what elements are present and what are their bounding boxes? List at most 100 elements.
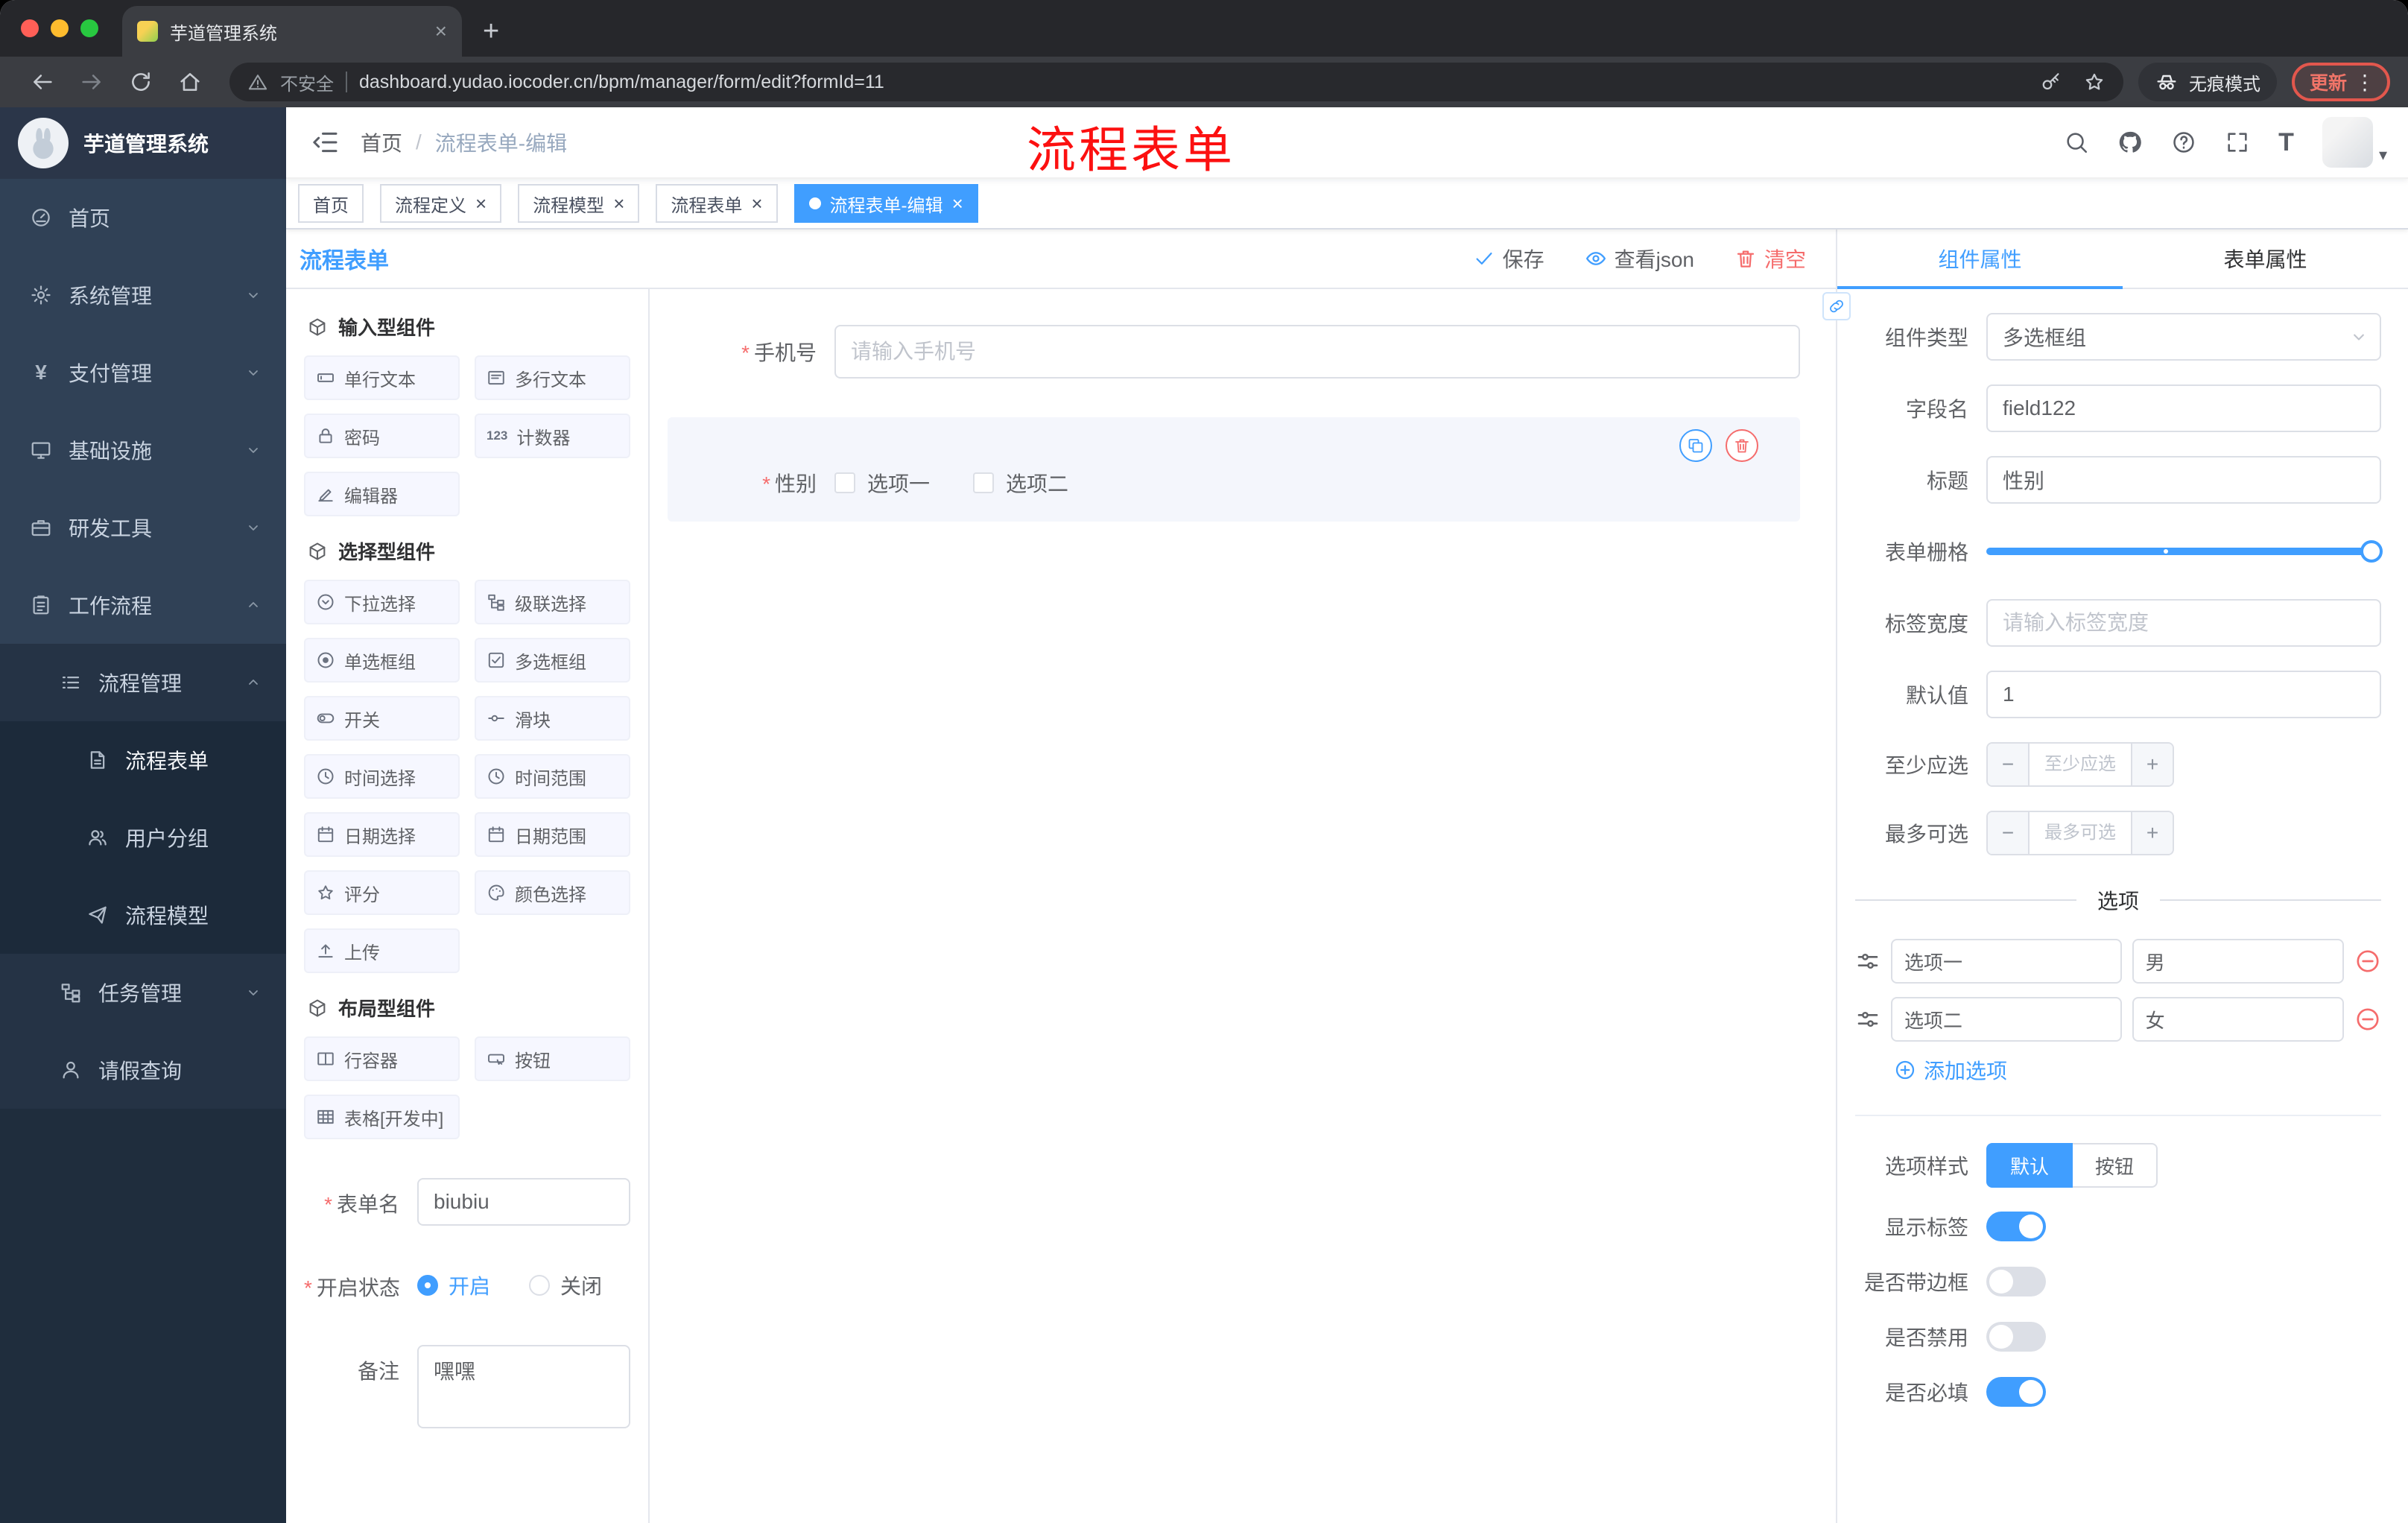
field-name-input[interactable] [1986,384,2381,432]
window-close-button[interactable] [21,19,39,37]
sidebar-item-process-management[interactable]: 流程管理 [0,644,286,721]
update-chip[interactable]: 更新 ⋮ [2291,63,2390,101]
tab-form-props[interactable]: 表单属性 [2123,229,2408,288]
palette-item-editor[interactable]: 编辑器 [304,472,460,516]
help-icon[interactable] [2171,130,2196,155]
tag-process-form[interactable]: 流程表单 × [656,184,778,223]
drag-handle-icon[interactable] [1855,949,1881,974]
breadcrumb-home[interactable]: 首页 [361,127,402,157]
delete-field-button[interactable] [1726,429,1758,462]
sidebar-item-payment[interactable]: ¥ 支付管理 [0,334,286,411]
palette-item-rate[interactable]: 评分 [304,870,460,915]
phone-input[interactable] [834,325,1800,379]
window-zoom-button[interactable] [80,19,98,37]
close-icon[interactable]: × [751,194,762,213]
selected-field-gender[interactable]: * 性别 选项一 选项二 [668,417,1800,522]
style-default-button[interactable]: 默认 [1986,1143,2073,1188]
forward-icon[interactable] [79,69,104,95]
form-name-input[interactable] [417,1178,630,1226]
tag-process-definition[interactable]: 流程定义 × [380,184,502,223]
tab-component-props[interactable]: 组件属性 [1837,229,2123,289]
option2-value-input[interactable] [2132,997,2344,1042]
remove-option-icon[interactable] [2354,1006,2381,1033]
palette-item-slider[interactable]: 滑块 [475,696,630,741]
min-select-input[interactable] [2030,744,2131,785]
palette-item-upload[interactable]: 上传 [304,928,460,973]
tag-process-form-edit[interactable]: 流程表单-编辑 × [793,184,978,223]
palette-item-button[interactable]: 按钮 [475,1036,630,1081]
palette-item-multi-line-text[interactable]: 多行文本 [475,355,630,400]
home-icon[interactable] [177,69,203,95]
checkbox-option-1[interactable]: 选项一 [834,468,930,498]
palette-item-date-range[interactable]: 日期范围 [475,812,630,857]
palette-item-color-picker[interactable]: 颜色选择 [475,870,630,915]
increase-icon[interactable]: + [2131,812,2173,854]
remark-textarea[interactable]: 嘿嘿 [417,1345,630,1428]
palette-item-cascader[interactable]: 级联选择 [475,580,630,624]
component-type-select[interactable] [1986,313,2381,361]
palette-item-checkbox-group[interactable]: 多选框组 [475,638,630,683]
option1-value-input[interactable] [2132,939,2344,984]
palette-item-radio-group[interactable]: 单选框组 [304,638,460,683]
sidebar-item-devtools[interactable]: 研发工具 [0,489,286,566]
github-icon[interactable] [2117,130,2143,155]
palette-item-time-picker[interactable]: 时间选择 [304,754,460,799]
sidebar-item-process-form[interactable]: 流程表单 [0,721,286,799]
form-grid-slider[interactable] [1986,528,2383,575]
sidebar-item-system[interactable]: 系统管理 [0,256,286,334]
palette-item-password[interactable]: 密码 [304,414,460,458]
required-switch[interactable] [1986,1377,2046,1407]
sidebar-item-leave-query[interactable]: 请假查询 [0,1031,286,1109]
close-icon[interactable]: × [475,194,487,213]
search-icon[interactable] [2064,130,2089,155]
copy-field-button[interactable] [1679,429,1712,462]
remove-option-icon[interactable] [2354,948,2381,975]
option1-label-input[interactable] [1891,939,2122,984]
palette-item-select[interactable]: 下拉选择 [304,580,460,624]
browser-tab[interactable]: 芋道管理系统 × [122,6,462,57]
drag-handle-icon[interactable] [1855,1007,1881,1032]
window-minimize-button[interactable] [51,19,69,37]
decrease-icon[interactable]: − [1988,744,2030,785]
back-icon[interactable] [30,69,55,95]
label-width-input[interactable] [1986,599,2381,647]
sidebar-item-user-group[interactable]: 用户分组 [0,799,286,876]
default-value-input[interactable] [1986,671,2381,718]
bookmark-star-icon[interactable] [2083,71,2106,93]
browser-menu-icon[interactable]: ⋮ [2347,70,2383,95]
sidebar-item-process-model[interactable]: 流程模型 [0,876,286,954]
decrease-icon[interactable]: − [1988,812,2030,854]
add-option-button[interactable]: 添加选项 [1894,1055,2381,1085]
sidebar-item-infrastructure[interactable]: 基础设施 [0,411,286,489]
sidebar-item-task-management[interactable]: 任务管理 [0,954,286,1031]
palette-item-row-container[interactable]: 行容器 [304,1036,460,1081]
increase-icon[interactable]: + [2131,744,2173,785]
close-icon[interactable]: × [613,194,624,213]
reload-icon[interactable] [128,69,153,95]
palette-item-switch[interactable]: 开关 [304,696,460,741]
sidebar-item-home[interactable]: 首页 [0,179,286,256]
max-select-input[interactable] [2030,812,2131,854]
font-size-icon[interactable]: T [2278,130,2294,155]
status-on-radio[interactable]: 开启 [417,1270,490,1300]
clear-button[interactable]: 清空 [1734,244,1806,273]
palette-item-single-line-text[interactable]: 单行文本 [304,355,460,400]
border-switch[interactable] [1986,1267,2046,1296]
status-off-radio[interactable]: 关闭 [529,1270,602,1300]
palette-item-table[interactable]: 表格[开发中] [304,1095,460,1139]
sidebar-toggle-icon[interactable] [310,127,340,157]
tag-process-model[interactable]: 流程模型 × [518,184,640,223]
palette-item-time-range[interactable]: 时间范围 [475,754,630,799]
sidebar-item-workflow[interactable]: 工作流程 [0,566,286,644]
slider-handle[interactable] [2360,540,2383,563]
key-icon[interactable] [2040,71,2062,93]
save-button[interactable]: 保存 [1473,244,1544,273]
fullscreen-icon[interactable] [2225,130,2250,155]
address-bar[interactable]: 不安全 dashboard.yudao.iocoder.cn/bpm/manag… [229,63,2123,101]
style-button-button[interactable]: 按钮 [2073,1143,2158,1188]
palette-item-date-picker[interactable]: 日期选择 [304,812,460,857]
new-tab-button[interactable]: + [462,6,520,57]
tag-home[interactable]: 首页 [298,184,364,223]
disabled-switch[interactable] [1986,1322,2046,1352]
user-avatar[interactable]: ▾ [2322,117,2387,168]
